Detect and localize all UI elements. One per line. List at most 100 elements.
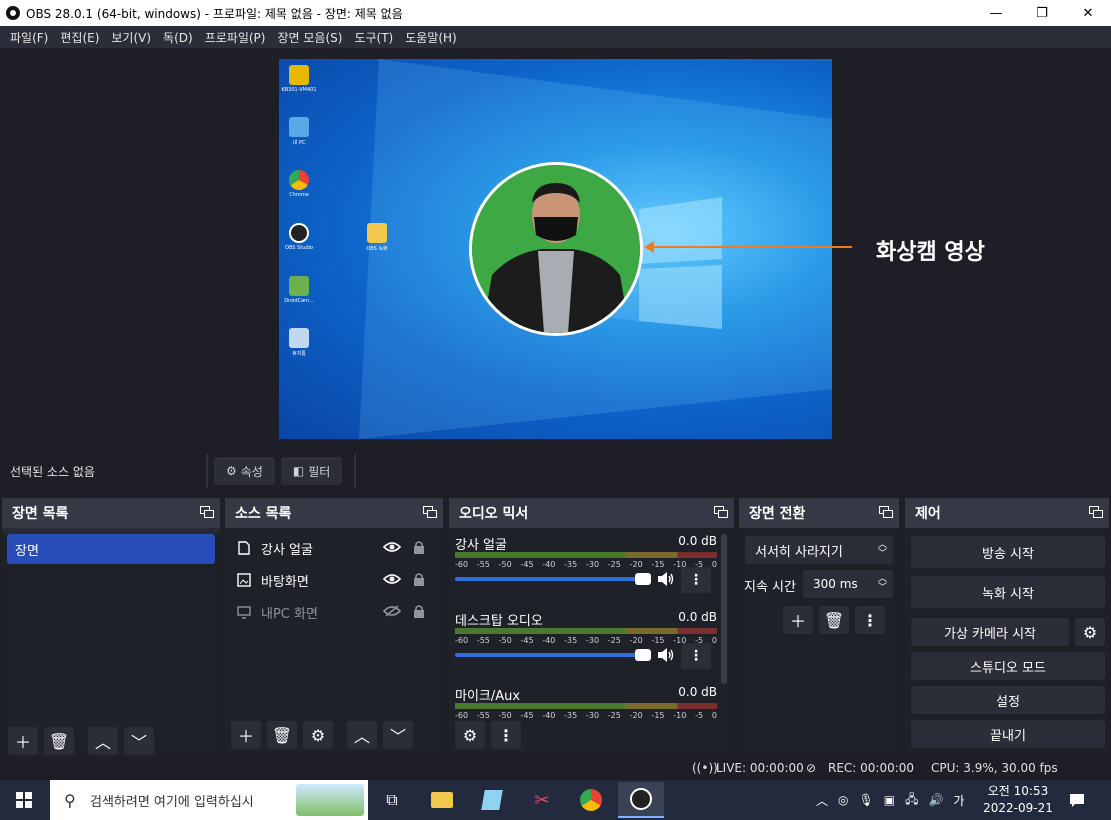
chrome-taskbar-button[interactable] bbox=[571, 784, 611, 816]
chrome-icon bbox=[289, 170, 309, 190]
scene-item[interactable]: 장면 bbox=[7, 534, 215, 564]
move-scene-down-button[interactable]: ﹀ bbox=[124, 727, 154, 755]
eye-icon[interactable] bbox=[383, 573, 401, 585]
snipping-tool-button[interactable]: ✂ bbox=[522, 784, 562, 816]
remove-transition-button[interactable]: 🗑 bbox=[819, 606, 849, 634]
ime-indicator[interactable]: 가 bbox=[953, 792, 964, 809]
speaker-icon[interactable] bbox=[657, 571, 675, 587]
lock-icon[interactable] bbox=[413, 540, 425, 554]
file-explorer-button[interactable] bbox=[422, 784, 462, 816]
menu-dock[interactable]: 독(D) bbox=[157, 29, 199, 46]
mixer-menu-button[interactable]: ⋮ bbox=[491, 721, 521, 749]
menu-edit[interactable]: 편집(E) bbox=[54, 29, 105, 46]
folder-icon bbox=[431, 792, 453, 808]
microphone-icon[interactable]: 🎙 bbox=[859, 793, 874, 807]
desktop-icon[interactable]: Chrome bbox=[279, 170, 319, 198]
add-scene-button[interactable]: ＋ bbox=[8, 727, 38, 755]
volume-slider-handle[interactable] bbox=[635, 649, 651, 661]
volume-slider-handle[interactable] bbox=[635, 573, 651, 585]
network-icon[interactable]: 🖧 bbox=[905, 790, 918, 811]
exit-button[interactable]: 끝내기 bbox=[911, 720, 1105, 748]
minimize-button[interactable]: — bbox=[973, 0, 1019, 26]
eye-icon[interactable] bbox=[383, 541, 401, 553]
clock-time: 오전 10:53 bbox=[987, 784, 1049, 798]
add-source-button[interactable]: ＋ bbox=[231, 721, 261, 749]
menu-profile[interactable]: 프로파일(P) bbox=[199, 29, 272, 46]
undock-icon[interactable] bbox=[879, 506, 893, 518]
spin-arrows-icon[interactable]: ︿ ﹀ bbox=[878, 575, 887, 593]
undock-icon[interactable] bbox=[714, 506, 728, 518]
lock-icon[interactable] bbox=[413, 604, 425, 618]
lock-icon[interactable] bbox=[413, 572, 425, 586]
desktop-icon[interactable]: OBS Studio bbox=[279, 223, 319, 251]
obs-taskbar-button[interactable] bbox=[618, 782, 664, 818]
add-transition-button[interactable]: ＋ bbox=[783, 606, 813, 634]
droidcam-tray-icon[interactable]: ▣ bbox=[884, 793, 895, 807]
start-recording-button[interactable]: 녹화 시작 bbox=[911, 576, 1105, 608]
undock-icon[interactable] bbox=[200, 506, 214, 518]
desktop-icon[interactable]: DroidCam... bbox=[279, 276, 319, 304]
channel-menu-button[interactable]: ⋮ bbox=[681, 567, 711, 593]
kebab-icon: ⋮ bbox=[689, 572, 703, 588]
menu-scene-collection[interactable]: 장면 모음(S) bbox=[271, 29, 348, 46]
taskbar-clock[interactable]: 오전 10:53 2022-09-21 bbox=[980, 783, 1056, 817]
chevron-up-icon[interactable]: ︿ bbox=[816, 792, 828, 809]
move-source-up-button[interactable]: ︿ bbox=[347, 721, 377, 749]
remove-scene-button[interactable]: 🗑 bbox=[44, 727, 74, 755]
volume-slider[interactable] bbox=[455, 653, 645, 657]
menu-tools[interactable]: 도구(T) bbox=[348, 29, 399, 46]
system-tray: ︿ ◎ 🎙 ▣ 🖧 🔊 가 bbox=[816, 780, 964, 820]
undock-icon[interactable] bbox=[423, 506, 437, 518]
menu-view[interactable]: 보기(V) bbox=[105, 29, 157, 46]
start-virtual-camera-button[interactable]: 가상 카메라 시작 bbox=[911, 618, 1069, 646]
volume-slider[interactable] bbox=[455, 577, 645, 581]
virtual-camera-settings-button[interactable]: ⚙ bbox=[1075, 618, 1105, 646]
move-source-down-button[interactable]: ﹀ bbox=[383, 721, 413, 749]
undock-icon[interactable] bbox=[1089, 506, 1103, 518]
settings-button[interactable]: 설정 bbox=[911, 686, 1105, 714]
sources-footer: ＋ 🗑 ⚙ ︿ ﹀ bbox=[225, 716, 443, 754]
status-bar: ((•)) LIVE: 00:00:00 ⊘ REC: 00:00:00 CPU… bbox=[0, 756, 1111, 780]
preview-area[interactable]: KB301-VM401 내 PC Chrome OBS Studio Droid… bbox=[0, 48, 1111, 450]
transition-menu-button[interactable]: ⋮ bbox=[855, 606, 885, 634]
filters-label: 필터 bbox=[308, 464, 331, 479]
source-item[interactable]: 내PC 화면 bbox=[225, 596, 443, 628]
taskbar-search-box[interactable]: ⚲ 검색하려면 여기에 입력하십시 bbox=[50, 780, 368, 820]
channel-menu-button[interactable]: ⋮ bbox=[681, 643, 711, 669]
notepad-app-button[interactable] bbox=[472, 784, 512, 816]
menu-file[interactable]: 파일(F) bbox=[4, 29, 54, 46]
mixer-channel: 마이크/Aux 0.0 dB -60 -55 -50 -45 -40 -35 -30 -25-… bbox=[455, 685, 717, 720]
maximize-button[interactable]: ❐ bbox=[1019, 0, 1065, 26]
duration-spinbox[interactable]: 300 ms ︿ ﹀ bbox=[803, 570, 893, 598]
source-item[interactable]: 바탕화면 bbox=[225, 564, 443, 596]
properties-button[interactable]: ⚙ 속성 bbox=[214, 457, 275, 485]
desktop-icon[interactable]: KB301-VM401 bbox=[279, 65, 319, 93]
annotation-arrow bbox=[644, 241, 852, 253]
transition-select[interactable]: 서서히 사라지기 ︿ ﹀ bbox=[745, 536, 893, 564]
notification-center-button[interactable] bbox=[1062, 780, 1092, 820]
filter-icon: ◧ bbox=[292, 464, 305, 478]
studio-mode-button[interactable]: 스튜디오 모드 bbox=[911, 652, 1105, 680]
mixer-scrollbar[interactable] bbox=[721, 534, 727, 684]
webcam-tray-icon[interactable]: ◎ bbox=[838, 793, 848, 807]
source-toolbar: 선택된 소스 없음 ⚙ 속성 ◧ 필터 bbox=[0, 450, 1111, 492]
close-button[interactable]: ✕ bbox=[1065, 0, 1111, 26]
advanced-audio-properties-button[interactable]: ⚙ bbox=[455, 721, 485, 749]
start-button[interactable] bbox=[0, 780, 48, 820]
filters-button[interactable]: ◧ 필터 bbox=[280, 457, 343, 485]
remove-source-button[interactable]: 🗑 bbox=[267, 721, 297, 749]
eye-hidden-icon[interactable] bbox=[383, 605, 401, 617]
desktop-icon[interactable]: 휴지통 bbox=[279, 328, 319, 357]
task-view-button[interactable]: ⧉ bbox=[372, 784, 412, 816]
speaker-icon[interactable] bbox=[657, 647, 675, 663]
desktop-icon[interactable]: OBS 녹화 bbox=[357, 223, 397, 252]
menu-help[interactable]: 도움말(H) bbox=[399, 29, 463, 46]
source-properties-button[interactable]: ⚙ bbox=[303, 721, 333, 749]
chevron-up-icon: ︿ bbox=[353, 727, 370, 746]
move-scene-up-button[interactable]: ︿ bbox=[88, 727, 118, 755]
volume-meter bbox=[455, 628, 717, 634]
volume-icon[interactable]: 🔊 bbox=[928, 793, 943, 807]
start-streaming-button[interactable]: 방송 시작 bbox=[911, 536, 1105, 568]
source-item[interactable]: 강사 얼굴 bbox=[225, 532, 443, 564]
desktop-icon[interactable]: 내 PC bbox=[279, 117, 319, 146]
